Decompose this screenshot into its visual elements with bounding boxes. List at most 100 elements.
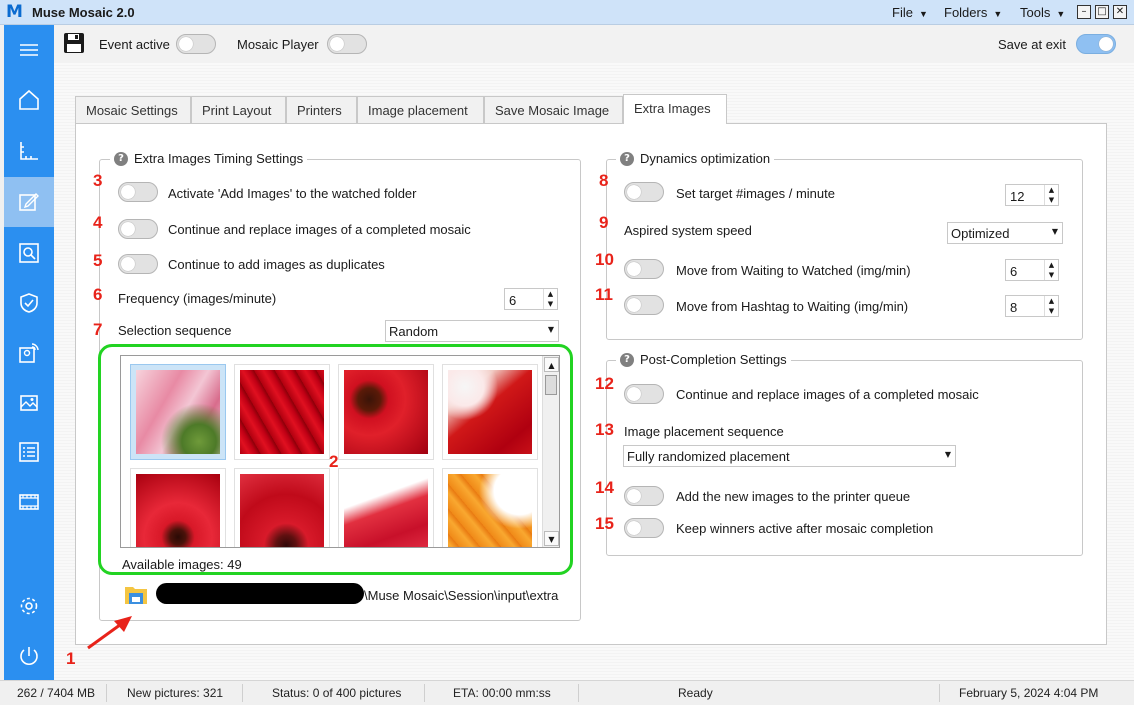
redacted-path bbox=[156, 583, 364, 604]
sidebar-image[interactable] bbox=[4, 377, 54, 427]
annotation-7: 7 bbox=[93, 320, 103, 339]
sidebar-menu[interactable] bbox=[4, 25, 54, 75]
save-icon[interactable] bbox=[63, 32, 85, 54]
image-gallery[interactable]: ▲ ▼ bbox=[120, 355, 560, 548]
hashtag-to-waiting-toggle[interactable] bbox=[624, 295, 664, 315]
save-at-exit-toggle[interactable] bbox=[1076, 34, 1116, 54]
continue-replace-toggle[interactable] bbox=[118, 219, 158, 239]
gallery-scrollbar[interactable]: ▲ ▼ bbox=[542, 356, 559, 547]
printer-queue-toggle[interactable] bbox=[624, 486, 664, 506]
stepper-up-icon[interactable]: ▲ bbox=[1044, 296, 1058, 306]
event-active-toggle[interactable] bbox=[176, 34, 216, 54]
menu-tools-label: Tools bbox=[1020, 5, 1051, 20]
stepper-up-icon[interactable]: ▲ bbox=[543, 289, 557, 299]
sidebar-home[interactable] bbox=[4, 75, 54, 125]
sidebar-film[interactable] bbox=[4, 477, 54, 527]
minimize-button[interactable]: – bbox=[1077, 5, 1091, 19]
target-images-toggle[interactable] bbox=[624, 182, 664, 202]
placement-sequence-select[interactable]: Fully randomized placement ▼ bbox=[623, 445, 956, 467]
sidebar-power[interactable] bbox=[4, 631, 54, 681]
title-bar: M Muse Mosaic 2.0 File ▼ Folders ▼ Tools ▼ … bbox=[0, 0, 1134, 25]
annotation-5: 5 bbox=[93, 251, 103, 270]
hashtag-to-waiting-stepper[interactable]: 8 ▲ ▼ bbox=[1005, 295, 1059, 317]
annotation-15: 15 bbox=[595, 514, 614, 533]
app-title: Muse Mosaic 2.0 bbox=[32, 5, 135, 20]
system-speed-select[interactable]: Optimized ▼ bbox=[947, 222, 1063, 244]
post-continue-replace-toggle[interactable] bbox=[624, 384, 664, 404]
flower-image bbox=[136, 474, 220, 547]
tab-print-layout[interactable]: Print Layout bbox=[191, 96, 286, 123]
duplicates-toggle[interactable] bbox=[118, 254, 158, 274]
activate-add-images-toggle[interactable] bbox=[118, 182, 158, 202]
shield-icon bbox=[20, 293, 38, 313]
selection-sequence-select[interactable]: Random ▼ bbox=[385, 320, 559, 342]
stepper-up-icon[interactable]: ▲ bbox=[1044, 185, 1058, 195]
image-thumbnail[interactable] bbox=[130, 468, 226, 547]
post-completion-title: ? Post-Completion Settings bbox=[616, 352, 791, 367]
tab-extra-images[interactable]: Extra Images bbox=[623, 94, 727, 124]
menu-folders-label: Folders bbox=[944, 5, 988, 20]
flower-image bbox=[448, 370, 532, 454]
sidebar-checklist[interactable] bbox=[4, 427, 54, 477]
menu-file[interactable]: File ▼ bbox=[892, 5, 928, 20]
post-continue-replace-label: Continue and replace images of a complet… bbox=[676, 387, 979, 402]
chevron-down-icon: ▼ bbox=[918, 9, 928, 19]
maximize-button[interactable]: □ bbox=[1095, 5, 1109, 19]
image-thumbnail[interactable] bbox=[130, 364, 226, 460]
scroll-down-icon[interactable]: ▼ bbox=[544, 531, 559, 546]
help-icon[interactable]: ? bbox=[114, 151, 128, 166]
tab-mosaic-settings[interactable]: Mosaic Settings bbox=[75, 96, 191, 123]
sidebar-search[interactable] bbox=[4, 228, 54, 278]
target-images-stepper[interactable]: 12 ▲ ▼ bbox=[1005, 184, 1059, 206]
sidebar-remote[interactable] bbox=[4, 328, 54, 378]
close-button[interactable]: ✕ bbox=[1113, 5, 1127, 19]
annotation-2: 2 bbox=[329, 452, 339, 471]
sidebar-layout[interactable] bbox=[4, 126, 54, 176]
menu-folders[interactable]: Folders ▼ bbox=[944, 5, 1002, 20]
placement-sequence-label: Image placement sequence bbox=[624, 424, 784, 439]
tab-printers[interactable]: Printers bbox=[286, 96, 357, 123]
memory-status: 262 / 7404 MB bbox=[17, 686, 96, 700]
menu-icon bbox=[20, 44, 38, 56]
folder-icon[interactable] bbox=[124, 583, 148, 605]
chevron-down-icon: ▼ bbox=[547, 325, 554, 334]
image-thumbnail[interactable] bbox=[234, 468, 330, 547]
image-thumbnail[interactable] bbox=[442, 364, 538, 460]
menu-file-label: File bbox=[892, 5, 913, 20]
help-icon[interactable]: ? bbox=[620, 151, 634, 166]
image-thumbnail[interactable] bbox=[234, 364, 330, 460]
stepper-down-icon[interactable]: ▼ bbox=[543, 299, 557, 309]
image-thumbnail[interactable] bbox=[338, 364, 434, 460]
flower-image bbox=[344, 474, 428, 547]
frequency-stepper[interactable]: 6 ▲ ▼ bbox=[504, 288, 558, 310]
stepper-up-icon[interactable]: ▲ bbox=[1044, 260, 1058, 270]
help-icon[interactable]: ? bbox=[620, 352, 634, 367]
annotation-13: 13 bbox=[595, 420, 614, 439]
annotation-9: 9 bbox=[599, 213, 609, 232]
sidebar-shield[interactable] bbox=[4, 278, 54, 328]
image-thumbnail[interactable] bbox=[442, 468, 538, 547]
checklist-icon bbox=[19, 442, 39, 462]
waiting-to-watched-stepper[interactable]: 6 ▲ ▼ bbox=[1005, 259, 1059, 281]
menu-tools[interactable]: Tools ▼ bbox=[1020, 5, 1065, 20]
continue-replace-label: Continue and replace images of a complet… bbox=[168, 222, 471, 237]
waiting-to-watched-toggle[interactable] bbox=[624, 259, 664, 279]
mosaic-player-toggle[interactable] bbox=[327, 34, 367, 54]
hashtag-to-waiting-value: 8 bbox=[1010, 300, 1018, 315]
image-thumbnail[interactable] bbox=[338, 468, 434, 547]
keep-winners-toggle[interactable] bbox=[624, 518, 664, 538]
tab-image-placement[interactable]: Image placement bbox=[357, 96, 484, 123]
stepper-down-icon[interactable]: ▼ bbox=[1044, 270, 1058, 280]
sidebar-edit[interactable] bbox=[4, 177, 54, 227]
datetime-status: February 5, 2024 4:04 PM bbox=[959, 686, 1099, 700]
scrollbar-thumb[interactable] bbox=[545, 375, 557, 395]
sidebar-settings[interactable] bbox=[4, 581, 54, 631]
settings-icon bbox=[20, 597, 38, 615]
tab-save-mosaic-image[interactable]: Save Mosaic Image bbox=[484, 96, 623, 123]
annotation-3: 3 bbox=[93, 171, 103, 190]
target-images-value: 12 bbox=[1010, 189, 1025, 204]
stepper-down-icon[interactable]: ▼ bbox=[1044, 306, 1058, 316]
scroll-up-icon[interactable]: ▲ bbox=[544, 357, 559, 372]
flower-image bbox=[448, 474, 532, 547]
stepper-down-icon[interactable]: ▼ bbox=[1044, 195, 1058, 205]
